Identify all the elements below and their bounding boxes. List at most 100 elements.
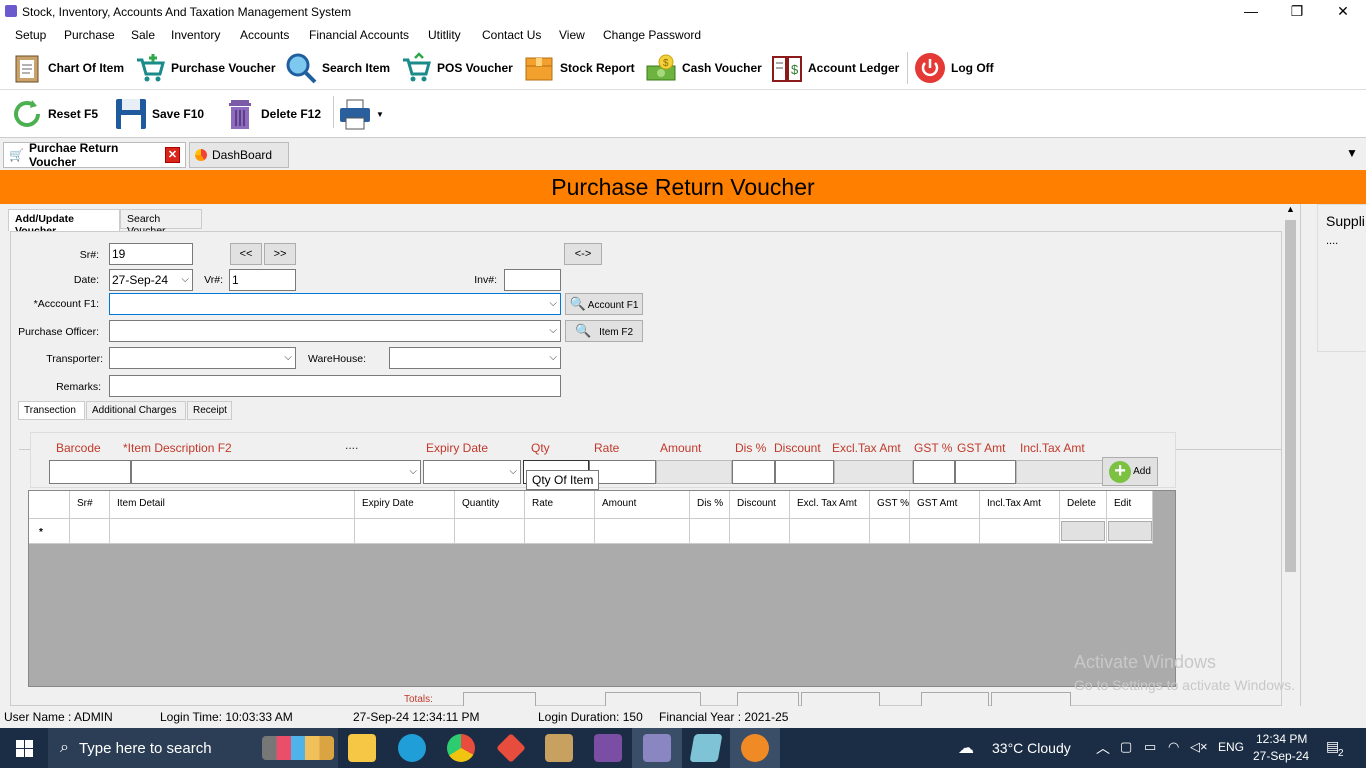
clock-time[interactable]: 12:34 PM <box>1256 732 1307 746</box>
visual-studio-icon[interactable] <box>594 734 622 762</box>
clipboard-icon <box>10 51 44 85</box>
cell-dis-pct[interactable] <box>690 519 730 544</box>
table-row[interactable]: * <box>29 519 1153 544</box>
file-explorer-icon[interactable] <box>348 734 376 762</box>
cell-amount[interactable] <box>595 519 690 544</box>
wifi-icon[interactable]: ◠ <box>1168 739 1179 755</box>
tools-icon[interactable] <box>545 734 573 762</box>
delete-button[interactable]: Delete F12 <box>223 96 321 132</box>
minimize-button[interactable]: — <box>1228 0 1274 24</box>
search-item-button[interactable]: Search Item <box>284 50 390 86</box>
skype-icon[interactable] <box>741 734 769 762</box>
item-f2-button[interactable]: 🔍 Item F2 <box>565 320 643 342</box>
menu-inventory[interactable]: Inventory <box>171 28 220 42</box>
cell-rate[interactable] <box>525 519 595 544</box>
tab-dashboard[interactable]: DashBoard <box>189 142 289 168</box>
previous-button[interactable]: << <box>230 243 262 265</box>
expiry-date-select[interactable]: ⌵ <box>423 460 521 484</box>
remarks-input[interactable] <box>109 375 561 397</box>
cell-gst-amt[interactable] <box>910 519 980 544</box>
inventory-app-icon[interactable] <box>643 734 671 762</box>
cash-voucher-button[interactable]: $ Cash Voucher <box>644 50 762 86</box>
vertical-scrollbar[interactable]: ▲ <box>1283 204 1298 706</box>
tab-transection[interactable]: Transection <box>18 401 85 420</box>
dis-pct-input[interactable] <box>732 460 775 484</box>
sr-input[interactable]: 19 <box>109 243 193 265</box>
tab-additional-charges[interactable]: Additional Charges <box>86 401 186 420</box>
warehouse-select[interactable]: ⌵ <box>389 347 561 369</box>
edge-icon[interactable] <box>398 734 426 762</box>
row-edit-button[interactable] <box>1107 519 1153 544</box>
language-indicator[interactable]: ENG <box>1218 740 1244 754</box>
scroll-thumb[interactable] <box>1285 220 1296 572</box>
account-select[interactable]: ⌵ <box>109 293 561 315</box>
start-button[interactable] <box>0 728 48 768</box>
stock-report-button[interactable]: Stock Report <box>522 50 635 86</box>
menu-accounts[interactable]: Accounts <box>240 28 289 42</box>
printer-icon <box>338 97 372 131</box>
chrome-icon[interactable] <box>447 734 475 762</box>
cell-excl-tax[interactable] <box>790 519 870 544</box>
vr-input[interactable]: 1 <box>229 269 296 291</box>
chevron-up-icon[interactable]: ︿ <box>1096 738 1110 758</box>
tabs-dropdown-icon[interactable]: ▼ <box>1346 146 1358 160</box>
menu-purchase[interactable]: Purchase <box>64 28 115 42</box>
cell-item-detail[interactable] <box>110 519 355 544</box>
menu-change-password[interactable]: Change Password <box>603 28 701 42</box>
pos-voucher-button[interactable]: POS Voucher <box>399 50 513 86</box>
cell-discount[interactable] <box>730 519 790 544</box>
menu-financial-accounts[interactable]: Financial Accounts <box>309 28 409 42</box>
next-button[interactable]: >> <box>264 243 296 265</box>
battery-icon[interactable]: ▭ <box>1144 739 1156 755</box>
account-f1-button[interactable]: 🔍 Account F1 <box>565 293 643 315</box>
add-item-button[interactable]: + Add <box>1102 457 1158 486</box>
barcode-input[interactable] <box>49 460 131 484</box>
cell-quantity[interactable] <box>455 519 525 544</box>
menu-sale[interactable]: Sale <box>131 28 155 42</box>
item-description-select[interactable]: ⌵ <box>131 460 421 484</box>
volume-icon[interactable]: ◁× <box>1190 739 1208 755</box>
close-button[interactable]: ✕ <box>1320 0 1366 24</box>
date-picker[interactable]: 27-Sep-24 ⌵ <box>109 269 193 291</box>
svg-text:$: $ <box>663 58 669 69</box>
reset-button[interactable]: Reset F5 <box>10 96 98 132</box>
purchase-officer-select[interactable]: ⌵ <box>109 320 561 342</box>
account-ledger-button[interactable]: $ Account Ledger <box>770 50 899 86</box>
total-discount <box>801 692 880 706</box>
swap-button[interactable]: <-> <box>564 243 602 265</box>
transporter-label: Transporter: <box>46 353 103 365</box>
log-off-label: Log Off <box>951 61 994 75</box>
tab-receipt[interactable]: Receipt <box>187 401 232 420</box>
purchase-voucher-button[interactable]: Purchase Voucher <box>133 50 275 86</box>
close-tab-button[interactable]: ✕ <box>164 147 180 163</box>
tab-search-voucher[interactable]: Search Voucher <box>120 209 202 237</box>
print-button[interactable]: ▼ <box>338 96 384 132</box>
log-off-button[interactable]: Log Off <box>913 50 994 86</box>
chart-of-item-button[interactable]: Chart Of Item <box>10 50 124 86</box>
gst-amt-input[interactable] <box>955 460 1016 484</box>
menu-contact-us[interactable]: Contact Us <box>482 28 541 42</box>
tab-purchase-return-voucher[interactable]: 🛒 Purchae Return Voucher ✕ <box>3 141 186 169</box>
save-button[interactable]: Save F10 <box>114 96 204 132</box>
restore-button[interactable]: ❐ <box>1274 0 1320 24</box>
gst-pct-input[interactable] <box>913 460 955 484</box>
cell-gst-pct[interactable] <box>870 519 910 544</box>
notes-icon[interactable] <box>689 734 723 762</box>
more-dots[interactable]: .... <box>345 438 358 452</box>
transporter-select[interactable]: ⌵ <box>109 347 296 369</box>
clock-date[interactable]: 27-Sep-24 <box>1253 749 1309 763</box>
chevron-down-icon[interactable]: ▼ <box>376 110 384 119</box>
cell-incl-tax[interactable] <box>980 519 1060 544</box>
cell-sr[interactable] <box>70 519 110 544</box>
cell-expiry[interactable] <box>355 519 455 544</box>
meet-icon[interactable]: ▢ <box>1120 739 1132 755</box>
scroll-up-icon[interactable]: ▲ <box>1283 204 1298 219</box>
row-delete-button[interactable] <box>1060 519 1107 544</box>
git-icon[interactable] <box>496 733 526 763</box>
tab-add-update-voucher[interactable]: Add/Update Voucher <box>8 209 120 237</box>
menu-setup[interactable]: Setup <box>15 28 46 42</box>
menu-utility[interactable]: Utitlity <box>428 28 461 42</box>
inv-input[interactable] <box>504 269 561 291</box>
menu-view[interactable]: View <box>559 28 585 42</box>
discount-input[interactable] <box>775 460 834 484</box>
